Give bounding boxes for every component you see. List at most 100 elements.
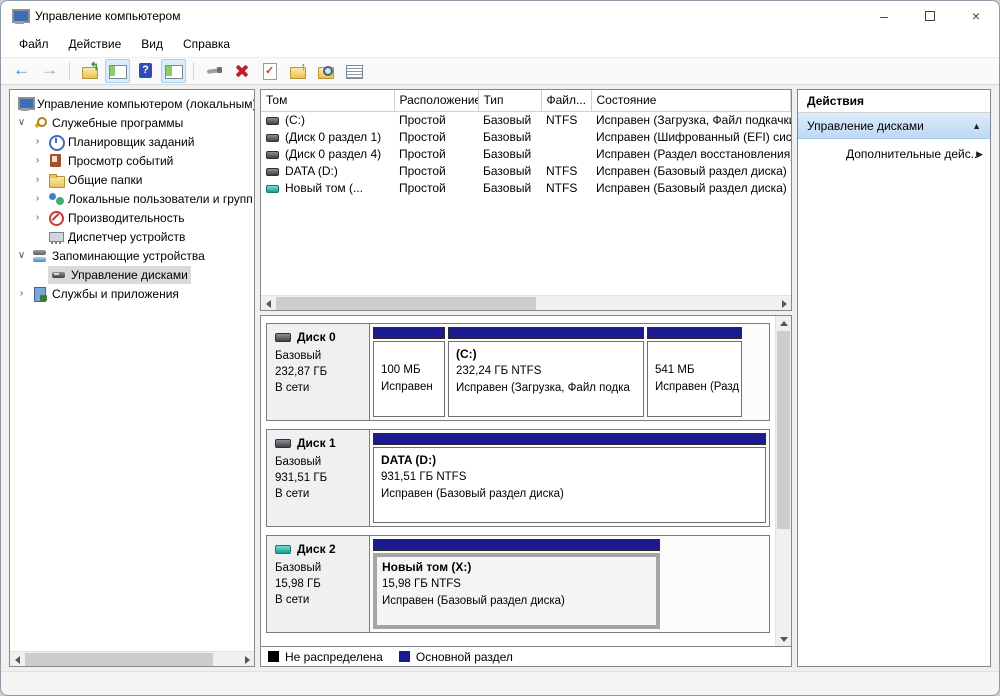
collapse-icon[interactable]: ▲ bbox=[972, 121, 981, 131]
volume-row-disk0-part1[interactable]: (Диск 0 раздел 1) Простой Базовый Исправ… bbox=[261, 128, 791, 145]
disk-0-label[interactable]: Диск 0 Базовый 232,87 ГБ В сети bbox=[267, 324, 370, 420]
actions-section-disk-management[interactable]: Управление дисками ▲ bbox=[798, 113, 990, 139]
scroll-left-icon[interactable] bbox=[261, 296, 276, 311]
partition-disk0-recovery[interactable]: 541 МБ Исправен (Разд bbox=[647, 327, 742, 417]
menu-help[interactable]: Справка bbox=[173, 31, 240, 57]
column-filesystem[interactable]: Файл... bbox=[541, 90, 591, 111]
column-volume[interactable]: Том bbox=[261, 90, 394, 111]
column-status[interactable]: Состояние bbox=[591, 90, 791, 111]
tree-item-task-scheduler[interactable]: › Планировщик заданий bbox=[10, 132, 254, 151]
expander-icon[interactable]: › bbox=[30, 155, 45, 166]
volume-list-horizontal-scrollbar[interactable] bbox=[261, 295, 791, 310]
disk-icon bbox=[275, 439, 291, 448]
partition-disk1-data-d[interactable]: DATA (D:) 931,51 ГБ NTFS Исправен (Базов… bbox=[373, 433, 766, 523]
up-folder-button[interactable] bbox=[77, 59, 102, 83]
back-icon bbox=[13, 63, 30, 79]
disk-0-row: Диск 0 Базовый 232,87 ГБ В сети bbox=[266, 323, 770, 421]
tree-horizontal-scrollbar[interactable] bbox=[10, 651, 254, 666]
column-type[interactable]: Тип bbox=[478, 90, 541, 111]
back-button[interactable] bbox=[9, 59, 34, 83]
disk-status: В сети bbox=[275, 486, 361, 502]
disk-icon bbox=[275, 333, 291, 342]
toolbar-separator bbox=[193, 62, 194, 80]
expander-icon[interactable]: ∨ bbox=[14, 250, 29, 261]
tree-item-local-users[interactable]: › Локальные пользователи и групп bbox=[10, 189, 254, 208]
show-action-pane-button[interactable] bbox=[161, 59, 186, 83]
tree-item-root[interactable]: Управление компьютером (локальным) bbox=[10, 94, 254, 113]
folder-up-button[interactable] bbox=[285, 59, 310, 83]
volume-row-new-volume[interactable]: Новый том (... Простой Базовый NTFS Испр… bbox=[261, 179, 791, 196]
partition-disk0-c[interactable]: (C:) 232,24 ГБ NTFS Исправен (Загрузка, … bbox=[448, 327, 644, 417]
volume-row-disk0-part4[interactable]: (Диск 0 раздел 4) Простой Базовый Исправ… bbox=[261, 145, 791, 162]
tree-item-system-tools[interactable]: ∨ Служебные программы bbox=[10, 113, 254, 132]
expander-icon[interactable]: ∨ bbox=[14, 117, 29, 128]
scroll-up-icon[interactable] bbox=[776, 316, 791, 331]
scroll-right-icon[interactable] bbox=[776, 296, 791, 311]
volume-list-panel: Том Расположение Тип Файл... Состояние (… bbox=[260, 89, 792, 311]
maximize-button[interactable] bbox=[907, 1, 953, 31]
disk-status: В сети bbox=[275, 592, 361, 608]
disk-kind: Базовый bbox=[275, 560, 361, 576]
menu-action[interactable]: Действие bbox=[59, 31, 132, 57]
disk-size: 232,87 ГБ bbox=[275, 364, 361, 380]
tree-item-disk-management[interactable]: Управление дисками bbox=[10, 265, 254, 284]
tree-item-storage[interactable]: ∨ Запоминающие устройства bbox=[10, 246, 254, 265]
column-layout[interactable]: Расположение bbox=[394, 90, 478, 111]
scrollbar-thumb[interactable] bbox=[777, 331, 790, 529]
primary-partition-swatch bbox=[399, 651, 410, 662]
check-document-icon bbox=[261, 63, 278, 79]
actions-item-more-actions[interactable]: Дополнительные дейс... ▶ bbox=[798, 139, 990, 169]
expander-icon[interactable]: › bbox=[30, 174, 45, 185]
computer-management-window: Управление компьютером – × Файл Действие… bbox=[0, 0, 1000, 696]
disk-1-row: Диск 1 Базовый 931,51 ГБ В сети DATA (D:… bbox=[266, 429, 770, 527]
title-bar: Управление компьютером – × bbox=[1, 1, 999, 31]
explore-button[interactable] bbox=[313, 59, 338, 83]
menu-file[interactable]: Файл bbox=[9, 31, 59, 57]
tree-item-device-manager[interactable]: Диспетчер устройств bbox=[10, 227, 254, 246]
show-console-tree-button[interactable] bbox=[105, 59, 130, 83]
actions-pane: Действия Управление дисками ▲ Дополнител… bbox=[797, 89, 991, 667]
toolbar bbox=[1, 57, 999, 85]
expander-icon[interactable]: › bbox=[30, 212, 45, 223]
volume-icon bbox=[266, 168, 279, 176]
volume-icon bbox=[266, 134, 279, 142]
delete-volume-button[interactable] bbox=[229, 59, 254, 83]
scroll-right-icon[interactable] bbox=[239, 652, 254, 667]
disk-1-label[interactable]: Диск 1 Базовый 931,51 ГБ В сети bbox=[267, 430, 370, 526]
actions-header: Действия bbox=[798, 90, 990, 113]
forward-button[interactable] bbox=[37, 59, 62, 83]
disk-kind: Базовый bbox=[275, 454, 361, 470]
users-icon bbox=[48, 192, 64, 206]
help-button[interactable] bbox=[133, 59, 158, 83]
menu-view[interactable]: Вид bbox=[131, 31, 173, 57]
graphical-view-vertical-scrollbar[interactable] bbox=[775, 316, 791, 646]
close-button[interactable]: × bbox=[953, 1, 999, 31]
minimize-button[interactable]: – bbox=[861, 1, 907, 31]
computer-icon bbox=[17, 97, 33, 111]
disk-2-row: Диск 2 Базовый 15,98 ГБ В сети Новый том… bbox=[266, 535, 770, 633]
expander-icon[interactable]: › bbox=[30, 136, 45, 147]
scrollbar-thumb[interactable] bbox=[25, 653, 213, 666]
volume-row-c[interactable]: (C:) Простой Базовый NTFS Исправен (Загр… bbox=[261, 111, 791, 128]
scroll-left-icon[interactable] bbox=[10, 652, 25, 667]
scrollbar-thumb[interactable] bbox=[276, 297, 536, 310]
expander-icon[interactable]: › bbox=[14, 288, 29, 299]
disk-size: 15,98 ГБ bbox=[275, 576, 361, 592]
tool-button[interactable] bbox=[201, 59, 226, 83]
maximize-icon bbox=[925, 11, 935, 21]
clock-icon bbox=[48, 135, 64, 149]
tree-item-performance[interactable]: › Производительность bbox=[10, 208, 254, 227]
primary-partition-bar bbox=[448, 327, 644, 339]
expander-icon[interactable]: › bbox=[30, 193, 45, 204]
scroll-down-icon[interactable] bbox=[776, 631, 791, 646]
menu-bar: Файл Действие Вид Справка bbox=[1, 31, 999, 57]
check-document-button[interactable] bbox=[257, 59, 282, 83]
partition-disk0-system-reserved[interactable]: 100 МБ Исправен bbox=[373, 327, 445, 417]
partition-disk2-new-volume-x[interactable]: Новый том (X:) 15,98 ГБ NTFS Исправен (Б… bbox=[373, 539, 660, 629]
volume-row-data-d[interactable]: DATA (D:) Простой Базовый NTFS Исправен … bbox=[261, 162, 791, 179]
properties-button[interactable] bbox=[341, 59, 366, 83]
tree-item-services[interactable]: › Службы и приложения bbox=[10, 284, 254, 303]
tree-item-shared-folders[interactable]: › Общие папки bbox=[10, 170, 254, 189]
disk-2-label[interactable]: Диск 2 Базовый 15,98 ГБ В сети bbox=[267, 536, 370, 632]
tree-item-event-viewer[interactable]: › Просмотр событий bbox=[10, 151, 254, 170]
